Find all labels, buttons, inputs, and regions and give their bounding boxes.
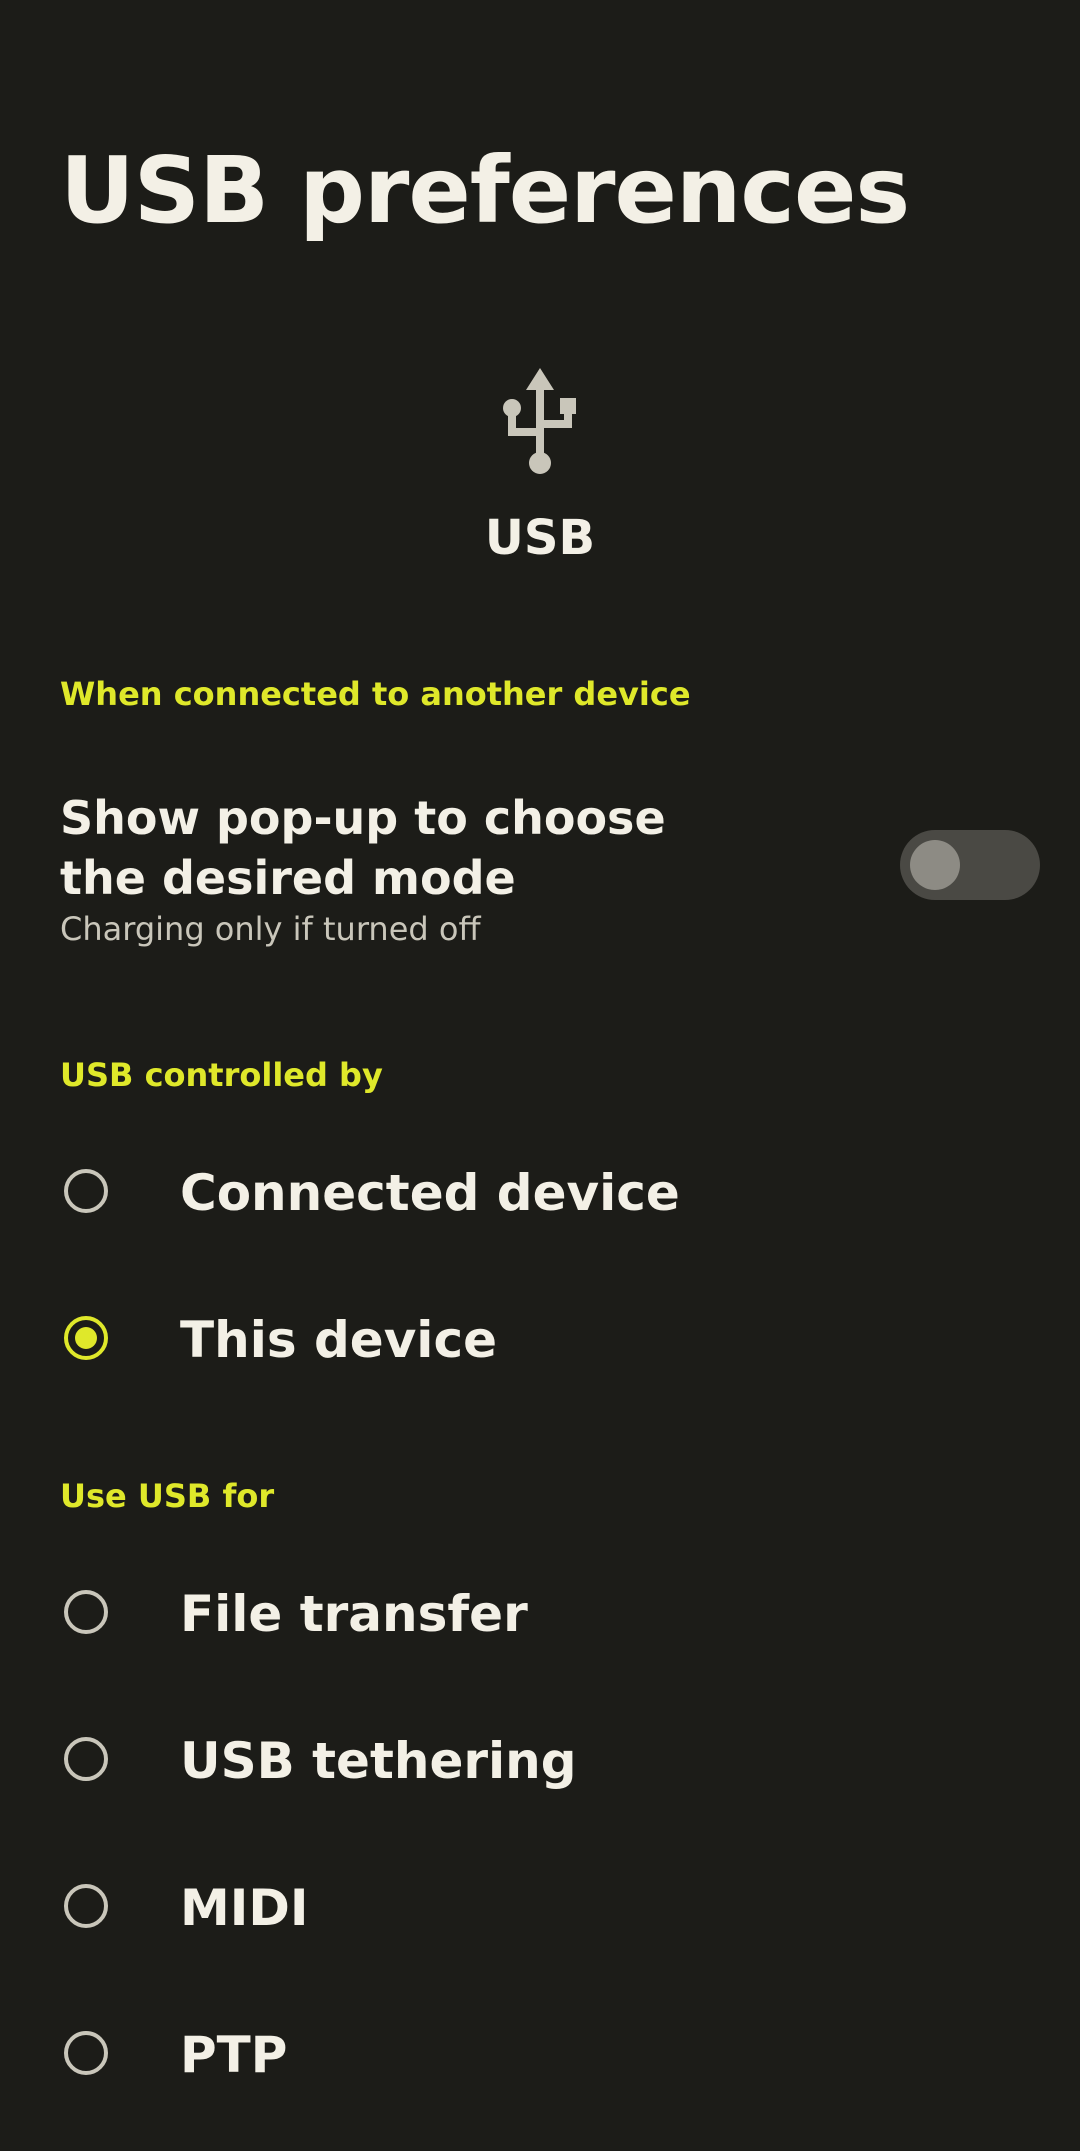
radio-option-label: File transfer: [180, 1585, 528, 1643]
radio-option-label: MIDI: [180, 1879, 309, 1937]
radio-option-label: This device: [180, 1311, 497, 1369]
radio-button[interactable]: [64, 1169, 108, 1213]
radio-button[interactable]: [64, 1737, 108, 1781]
radio-option-label: Connected device: [180, 1164, 680, 1222]
popup-preference-title: Show pop-up to choose the desired mode: [60, 791, 666, 905]
radio-option-ptp[interactable]: PTP: [0, 1987, 1080, 2127]
radio-option-file-transfer[interactable]: File transfer: [0, 1546, 1080, 1686]
switch-thumb: [910, 840, 960, 890]
popup-preference-summary: Charging only if turned off: [60, 910, 481, 948]
radio-option-this-device[interactable]: This device: [0, 1272, 1080, 1412]
radio-option-usb-tethering[interactable]: USB tethering: [0, 1693, 1080, 1833]
section-title-connected: When connected to another device: [60, 675, 691, 713]
usb-icon: [503, 368, 576, 474]
radio-button[interactable]: [64, 2031, 108, 2075]
radio-option-connected-device[interactable]: Connected device: [0, 1125, 1080, 1265]
section-title-use-usb-for: Use USB for: [60, 1477, 275, 1515]
radio-option-label: PTP: [180, 2026, 288, 2084]
radio-option-label: USB tethering: [180, 1732, 577, 1790]
radio-option-midi[interactable]: MIDI: [0, 1840, 1080, 1980]
radio-button[interactable]: [64, 1884, 108, 1928]
radio-button[interactable]: [64, 1590, 108, 1634]
popup-preference-row[interactable]: Show pop-up to choose the desired mode C…: [0, 770, 1080, 990]
header-label: USB: [484, 510, 596, 566]
radio-button-selected[interactable]: [64, 1316, 108, 1360]
section-title-controlled-by: USB controlled by: [60, 1056, 383, 1094]
popup-toggle-switch[interactable]: [900, 830, 1040, 900]
page-title: USB preferences: [60, 137, 910, 244]
